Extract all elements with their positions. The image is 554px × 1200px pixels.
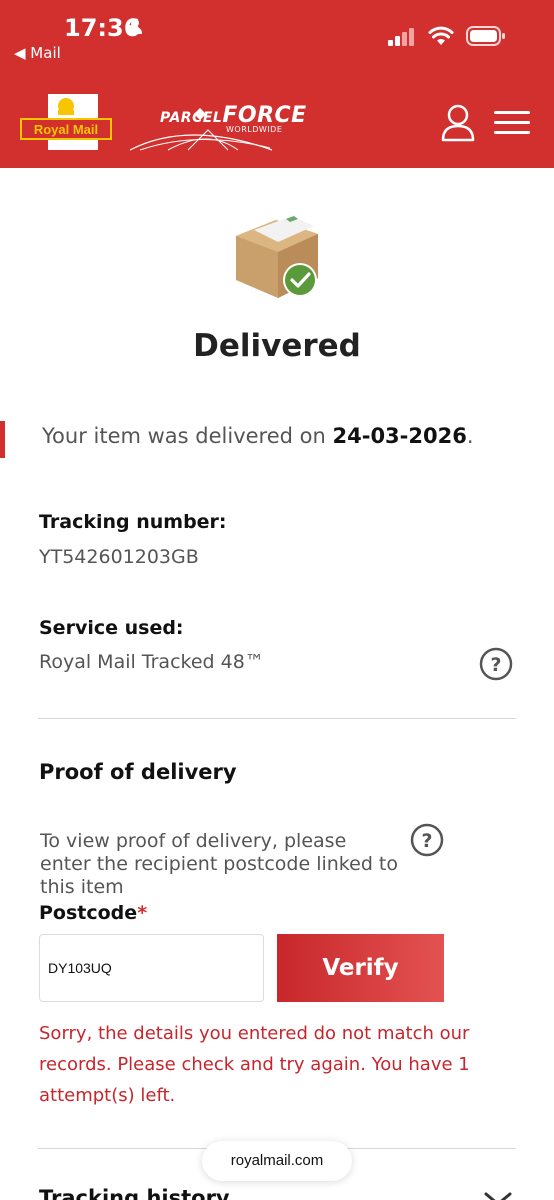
verify-button[interactable]: Verify xyxy=(277,934,444,1002)
proof-of-delivery-title: Proof of delivery xyxy=(39,760,237,784)
royal-mail-logo[interactable]: Royal Mail xyxy=(20,94,112,154)
person-status-icon xyxy=(128,19,142,34)
battery-icon xyxy=(466,26,505,46)
signal-icon xyxy=(388,28,414,46)
tracking-number-value: YT542601203GB xyxy=(39,546,199,568)
svg-text:Royal Mail: Royal Mail xyxy=(34,122,98,137)
hamburger-menu-icon[interactable] xyxy=(494,110,530,136)
postcode-error-message: Sorry, the details you entered do not ma… xyxy=(39,1023,470,1106)
chevron-down-icon[interactable] xyxy=(482,1190,514,1200)
app-header: 17:36 ◀ Mail Royal Mail PARCELFORCE WORL… xyxy=(0,0,554,168)
service-help-icon[interactable]: ? xyxy=(479,647,513,681)
svg-text:?: ? xyxy=(421,830,432,852)
delivered-parcel-icon xyxy=(236,216,318,298)
status-accent-bar xyxy=(0,421,5,458)
postcode-label: Postcode* xyxy=(39,902,148,924)
service-used-label: Service used: xyxy=(39,617,184,639)
service-used-value: Royal Mail Tracked 48™ xyxy=(39,651,264,673)
back-to-mail-link[interactable]: ◀ Mail xyxy=(14,44,61,62)
parcelforce-worldwide: WORLDWIDE xyxy=(226,125,283,134)
proof-of-delivery-instructions: To view proof of delivery, please enter … xyxy=(40,830,398,898)
section-divider xyxy=(38,718,516,719)
delivered-date: 24-03-2026 xyxy=(332,424,467,448)
browser-url-pill[interactable]: royalmail.com xyxy=(202,1141,352,1181)
tracking-history-title[interactable]: Tracking history xyxy=(39,1186,230,1200)
status-icons xyxy=(388,26,506,46)
status-title: Delivered xyxy=(193,328,361,364)
proof-help-icon[interactable]: ? xyxy=(410,823,444,857)
account-icon[interactable] xyxy=(440,104,476,142)
svg-text:?: ? xyxy=(490,654,501,676)
wifi-icon xyxy=(428,26,454,45)
tracking-number-label: Tracking number: xyxy=(39,511,227,533)
postcode-input[interactable] xyxy=(39,934,264,1002)
delivered-message: Your item was delivered on 24-03-2026. xyxy=(42,424,474,448)
